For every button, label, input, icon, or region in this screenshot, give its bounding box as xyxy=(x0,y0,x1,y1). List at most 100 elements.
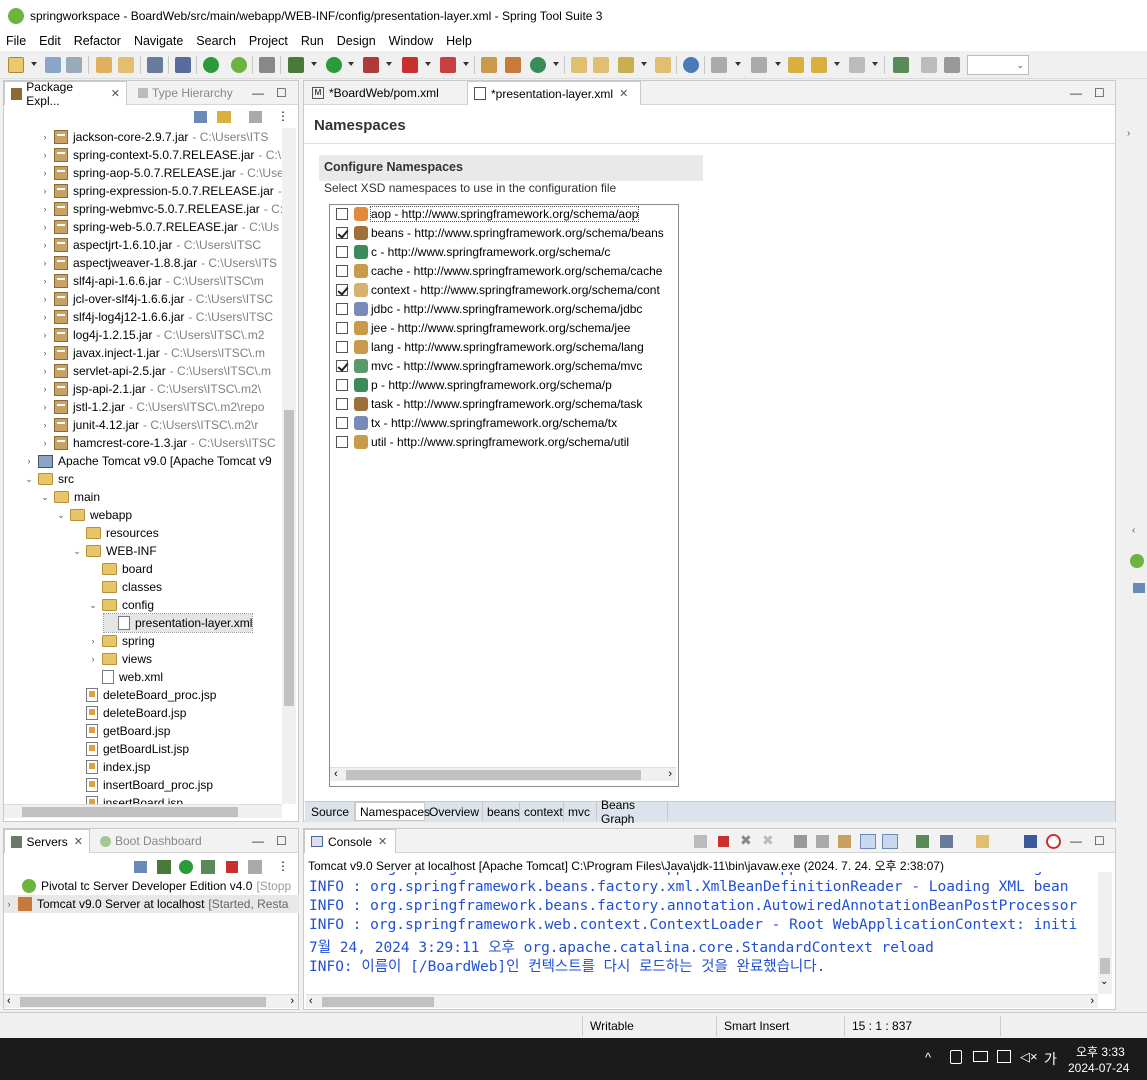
console-hscroll-thumb[interactable] xyxy=(322,997,434,1007)
namespace-checkbox[interactable] xyxy=(336,340,348,353)
file-item[interactable]: insertBoard_proc.jsp xyxy=(72,776,213,794)
minimize-icon[interactable]: — xyxy=(252,834,264,848)
console-scrollbar-horizontal[interactable]: ‹ › xyxy=(306,994,1098,1008)
chevron-down-icon[interactable]: ⌄ xyxy=(72,546,82,557)
menu-project[interactable]: Project xyxy=(249,34,288,48)
jar-item[interactable]: › javax.inject-1.jar - C:\Users\ITSC\.m xyxy=(40,344,265,362)
jar-item[interactable]: › spring-aop-5.0.7.RELEASE.jar - C:\Use xyxy=(40,164,284,182)
spring-boot-icon[interactable] xyxy=(1046,834,1061,849)
view-menu-icon[interactable]: ⋮ xyxy=(277,859,289,873)
back-icon[interactable] xyxy=(811,57,827,73)
chevron-up-icon[interactable]: ^ xyxy=(925,1050,931,1065)
chevron-right-icon[interactable]: › xyxy=(40,312,50,322)
namespace-item[interactable]: jdbc - http://www.springframework.org/sc… xyxy=(336,299,642,318)
tab-type-hierarchy[interactable]: Type Hierarchy xyxy=(132,81,239,105)
stop-icon[interactable] xyxy=(402,57,418,73)
jar-item[interactable]: › spring-webmvc-5.0.7.RELEASE.jar - C: xyxy=(40,200,283,218)
file-item[interactable]: web.xml xyxy=(88,668,163,686)
grid-icon[interactable] xyxy=(944,57,960,73)
chevron-right-icon[interactable]: › xyxy=(40,294,50,304)
namespace-item[interactable]: context - http://www.springframework.org… xyxy=(336,280,660,299)
open-resource-icon[interactable] xyxy=(118,57,134,73)
show-on-stdout-icon[interactable] xyxy=(860,834,876,849)
prev-annotation-icon[interactable] xyxy=(751,57,767,73)
jar-item[interactable]: › slf4j-api-1.6.6.jar - C:\Users\ITSC\m xyxy=(40,272,264,290)
save-all-icon[interactable] xyxy=(66,57,82,73)
chevron-right-icon[interactable]: › xyxy=(40,204,50,214)
chevron-right-icon[interactable]: › xyxy=(40,150,50,160)
maximize-icon[interactable]: ☐ xyxy=(276,86,287,100)
folder-item[interactable]: ⌄ WEB-INF xyxy=(72,542,156,560)
spring-leaf-icon[interactable] xyxy=(1130,554,1144,568)
new-icon[interactable] xyxy=(8,57,24,73)
file-item[interactable]: deleteBoard_proc.jsp xyxy=(72,686,216,704)
namespace-checkbox[interactable] xyxy=(336,226,348,239)
console-toggle-icon[interactable] xyxy=(147,57,163,73)
chevron-right-icon[interactable]: › xyxy=(88,654,98,664)
page-tab-source[interactable]: Source xyxy=(307,802,355,821)
refresh-icon[interactable] xyxy=(259,57,275,73)
namespace-checkbox[interactable] xyxy=(336,397,348,410)
page-tab-namespaces[interactable]: Namespaces xyxy=(355,802,430,821)
maximize-icon[interactable]: ☐ xyxy=(1094,86,1105,100)
server-item[interactable]: › Tomcat v9.0 Server at localhost [Start… xyxy=(4,895,299,913)
console-output[interactable]: INFO : org.springframework.web.context.s… xyxy=(306,872,1098,980)
folder-item[interactable]: › views xyxy=(88,650,153,668)
console-settings-icon[interactable] xyxy=(1024,835,1037,848)
word-wrap-icon[interactable] xyxy=(838,835,851,848)
namespaces-scrollbar[interactable]: ‹ › xyxy=(330,767,676,781)
namespace-item[interactable]: cache - http://www.springframework.org/s… xyxy=(336,261,662,280)
namespace-item[interactable]: jee - http://www.springframework.org/sch… xyxy=(336,318,630,337)
file-item[interactable]: index.jsp xyxy=(72,758,150,776)
namespace-checkbox[interactable] xyxy=(336,207,348,220)
folder-item[interactable]: ⌄ main xyxy=(40,488,100,506)
scroll-left-icon[interactable]: ‹ xyxy=(309,995,313,1007)
debug-server-icon[interactable] xyxy=(157,860,171,874)
display-console-icon[interactable] xyxy=(940,835,953,848)
jar-item[interactable]: › jackson-core-2.9.7.jar - C:\Users\ITS xyxy=(40,128,268,146)
scroll-lock-icon[interactable] xyxy=(816,835,829,848)
open-perspective-icon[interactable] xyxy=(893,57,909,73)
collapse-all-icon[interactable] xyxy=(194,111,207,123)
tree-scrollbar-horizontal[interactable] xyxy=(4,804,282,818)
chevron-right-icon[interactable]: › xyxy=(40,384,50,394)
folder-item[interactable]: ⌄ src xyxy=(24,470,74,488)
chevron-right-icon[interactable]: › xyxy=(88,636,98,646)
menu-search[interactable]: Search xyxy=(196,34,236,48)
chevron-down-icon[interactable]: ⌄ xyxy=(40,492,50,503)
tree-hscroll-thumb[interactable] xyxy=(22,807,238,817)
network-icon[interactable] xyxy=(973,1051,988,1062)
chevron-left-icon[interactable]: ‹ xyxy=(1132,525,1135,536)
next-annotation-icon[interactable] xyxy=(711,57,727,73)
coverage-icon[interactable] xyxy=(440,57,456,73)
minimize-icon[interactable]: — xyxy=(1070,834,1082,848)
folder-item[interactable]: resources xyxy=(72,524,159,542)
view-menu-icon[interactable]: ⋮ xyxy=(277,109,289,123)
run-external-icon[interactable] xyxy=(363,57,379,73)
link-editor-icon[interactable] xyxy=(217,111,231,123)
namespace-checkbox[interactable] xyxy=(336,321,348,334)
forward-icon[interactable] xyxy=(849,57,865,73)
spring-perspective-icon[interactable] xyxy=(921,57,937,73)
maximize-icon[interactable]: ☐ xyxy=(276,834,287,848)
publish-icon[interactable] xyxy=(248,860,262,874)
scroll-left-icon[interactable]: ‹ xyxy=(334,768,338,780)
menu-edit[interactable]: Edit xyxy=(39,34,61,48)
new-package-icon[interactable] xyxy=(505,57,521,73)
chevron-right-icon[interactable]: › xyxy=(40,330,50,340)
page-tab-overview[interactable]: Overview xyxy=(425,802,483,821)
chevron-right-icon[interactable]: › xyxy=(40,438,50,448)
pin-console-icon[interactable] xyxy=(916,835,929,848)
namespace-checkbox[interactable] xyxy=(336,435,348,448)
jar-item[interactable]: › aspectjweaver-1.8.8.jar - C:\Users\ITS xyxy=(40,254,277,272)
namespace-item[interactable]: beans - http://www.springframework.org/s… xyxy=(336,223,664,242)
menu-help[interactable]: Help xyxy=(446,34,472,48)
outline-mini-icon[interactable] xyxy=(1133,583,1145,593)
jar-item[interactable]: › slf4j-log4j12-1.6.6.jar - C:\Users\ITSC xyxy=(40,308,273,326)
namespace-item[interactable]: lang - http://www.springframework.org/sc… xyxy=(336,337,644,356)
menu-navigate[interactable]: Navigate xyxy=(134,34,183,48)
file-item[interactable]: getBoard.jsp xyxy=(72,722,170,740)
namespace-checkbox[interactable] xyxy=(336,302,348,315)
new-dropdown-icon[interactable] xyxy=(31,62,37,66)
save-icon[interactable] xyxy=(45,57,61,73)
